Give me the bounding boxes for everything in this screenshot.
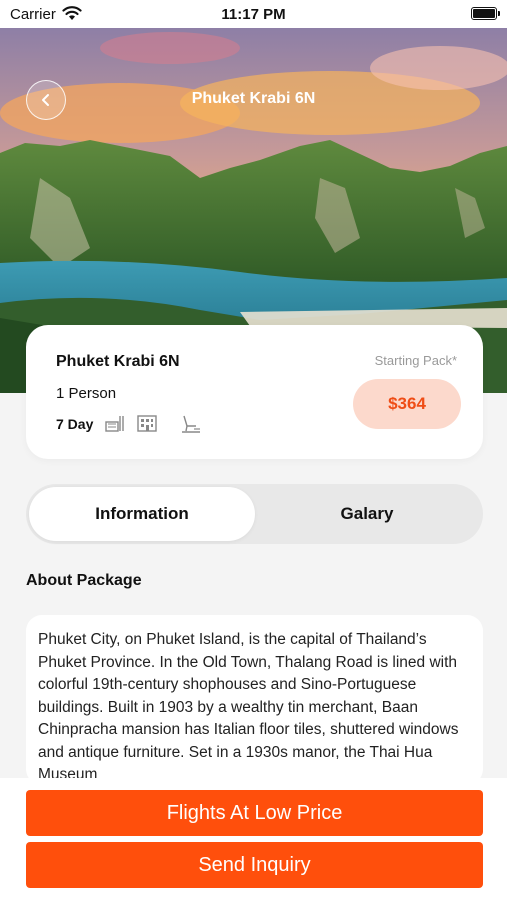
flights-low-price-button[interactable]: Flights At Low Price: [26, 790, 483, 836]
detail-tabs: Information Galary: [26, 484, 483, 544]
package-persons: 1 Person: [56, 385, 117, 402]
meal-icon: [104, 413, 126, 438]
clock: 11:17 PM: [221, 6, 286, 23]
tab-information[interactable]: Information: [29, 487, 255, 541]
transfer-icon: [180, 413, 202, 440]
battery-icon: [471, 7, 500, 20]
package-days: 7 Day: [56, 416, 94, 432]
package-name: Phuket Krabi 6N: [56, 353, 180, 370]
page-title: Phuket Krabi 6N: [191, 90, 316, 107]
package-summary-card: Phuket Krabi 6N 1 Person 7 Day Starting …: [26, 325, 483, 459]
about-package-heading: About Package: [26, 572, 142, 589]
price-badge: $364: [353, 379, 461, 429]
action-footer: Flights At Low Price Send Inquiry: [0, 778, 507, 900]
starting-pack-label: Starting Pack*: [374, 353, 457, 368]
hotel-icon: [136, 413, 158, 438]
status-bar: Carrier 11:17 PM: [0, 0, 507, 28]
tab-galary[interactable]: Galary: [254, 487, 480, 541]
send-inquiry-button[interactable]: Send Inquiry: [26, 842, 483, 888]
package-description: Phuket City, on Phuket Island, is the ca…: [26, 615, 483, 785]
